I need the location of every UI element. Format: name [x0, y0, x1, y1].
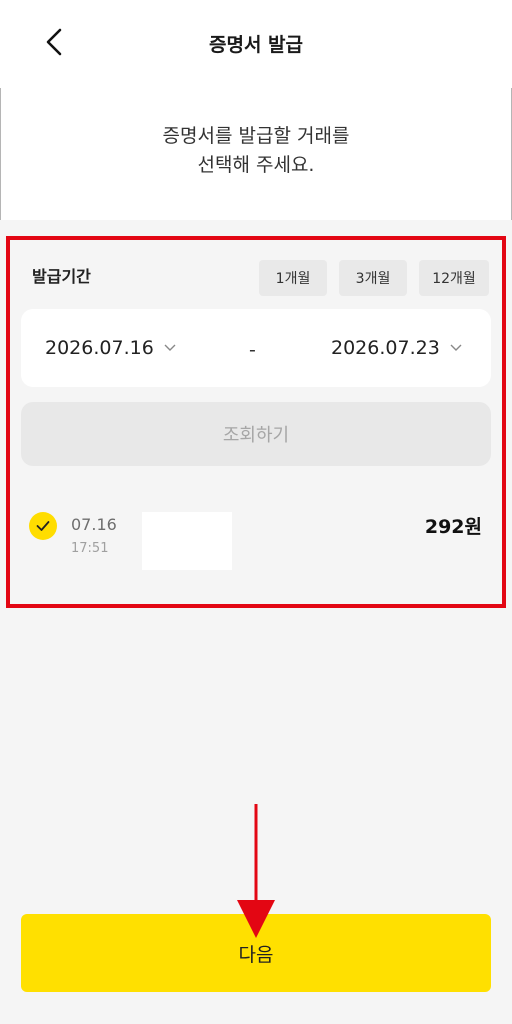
instruction-line-1: 증명서를 발급할 거래를	[162, 125, 350, 147]
page-title: 증명서 발급	[208, 34, 303, 56]
header: 증명서 발급	[0, 0, 512, 88]
instruction-text: 증명서를 발급할 거래를 선택해 주세요.	[0, 122, 512, 180]
next-button[interactable]: 다음	[21, 914, 491, 992]
instruction-line-2: 선택해 주세요.	[197, 154, 315, 176]
highlight-annotation-box	[6, 236, 506, 608]
